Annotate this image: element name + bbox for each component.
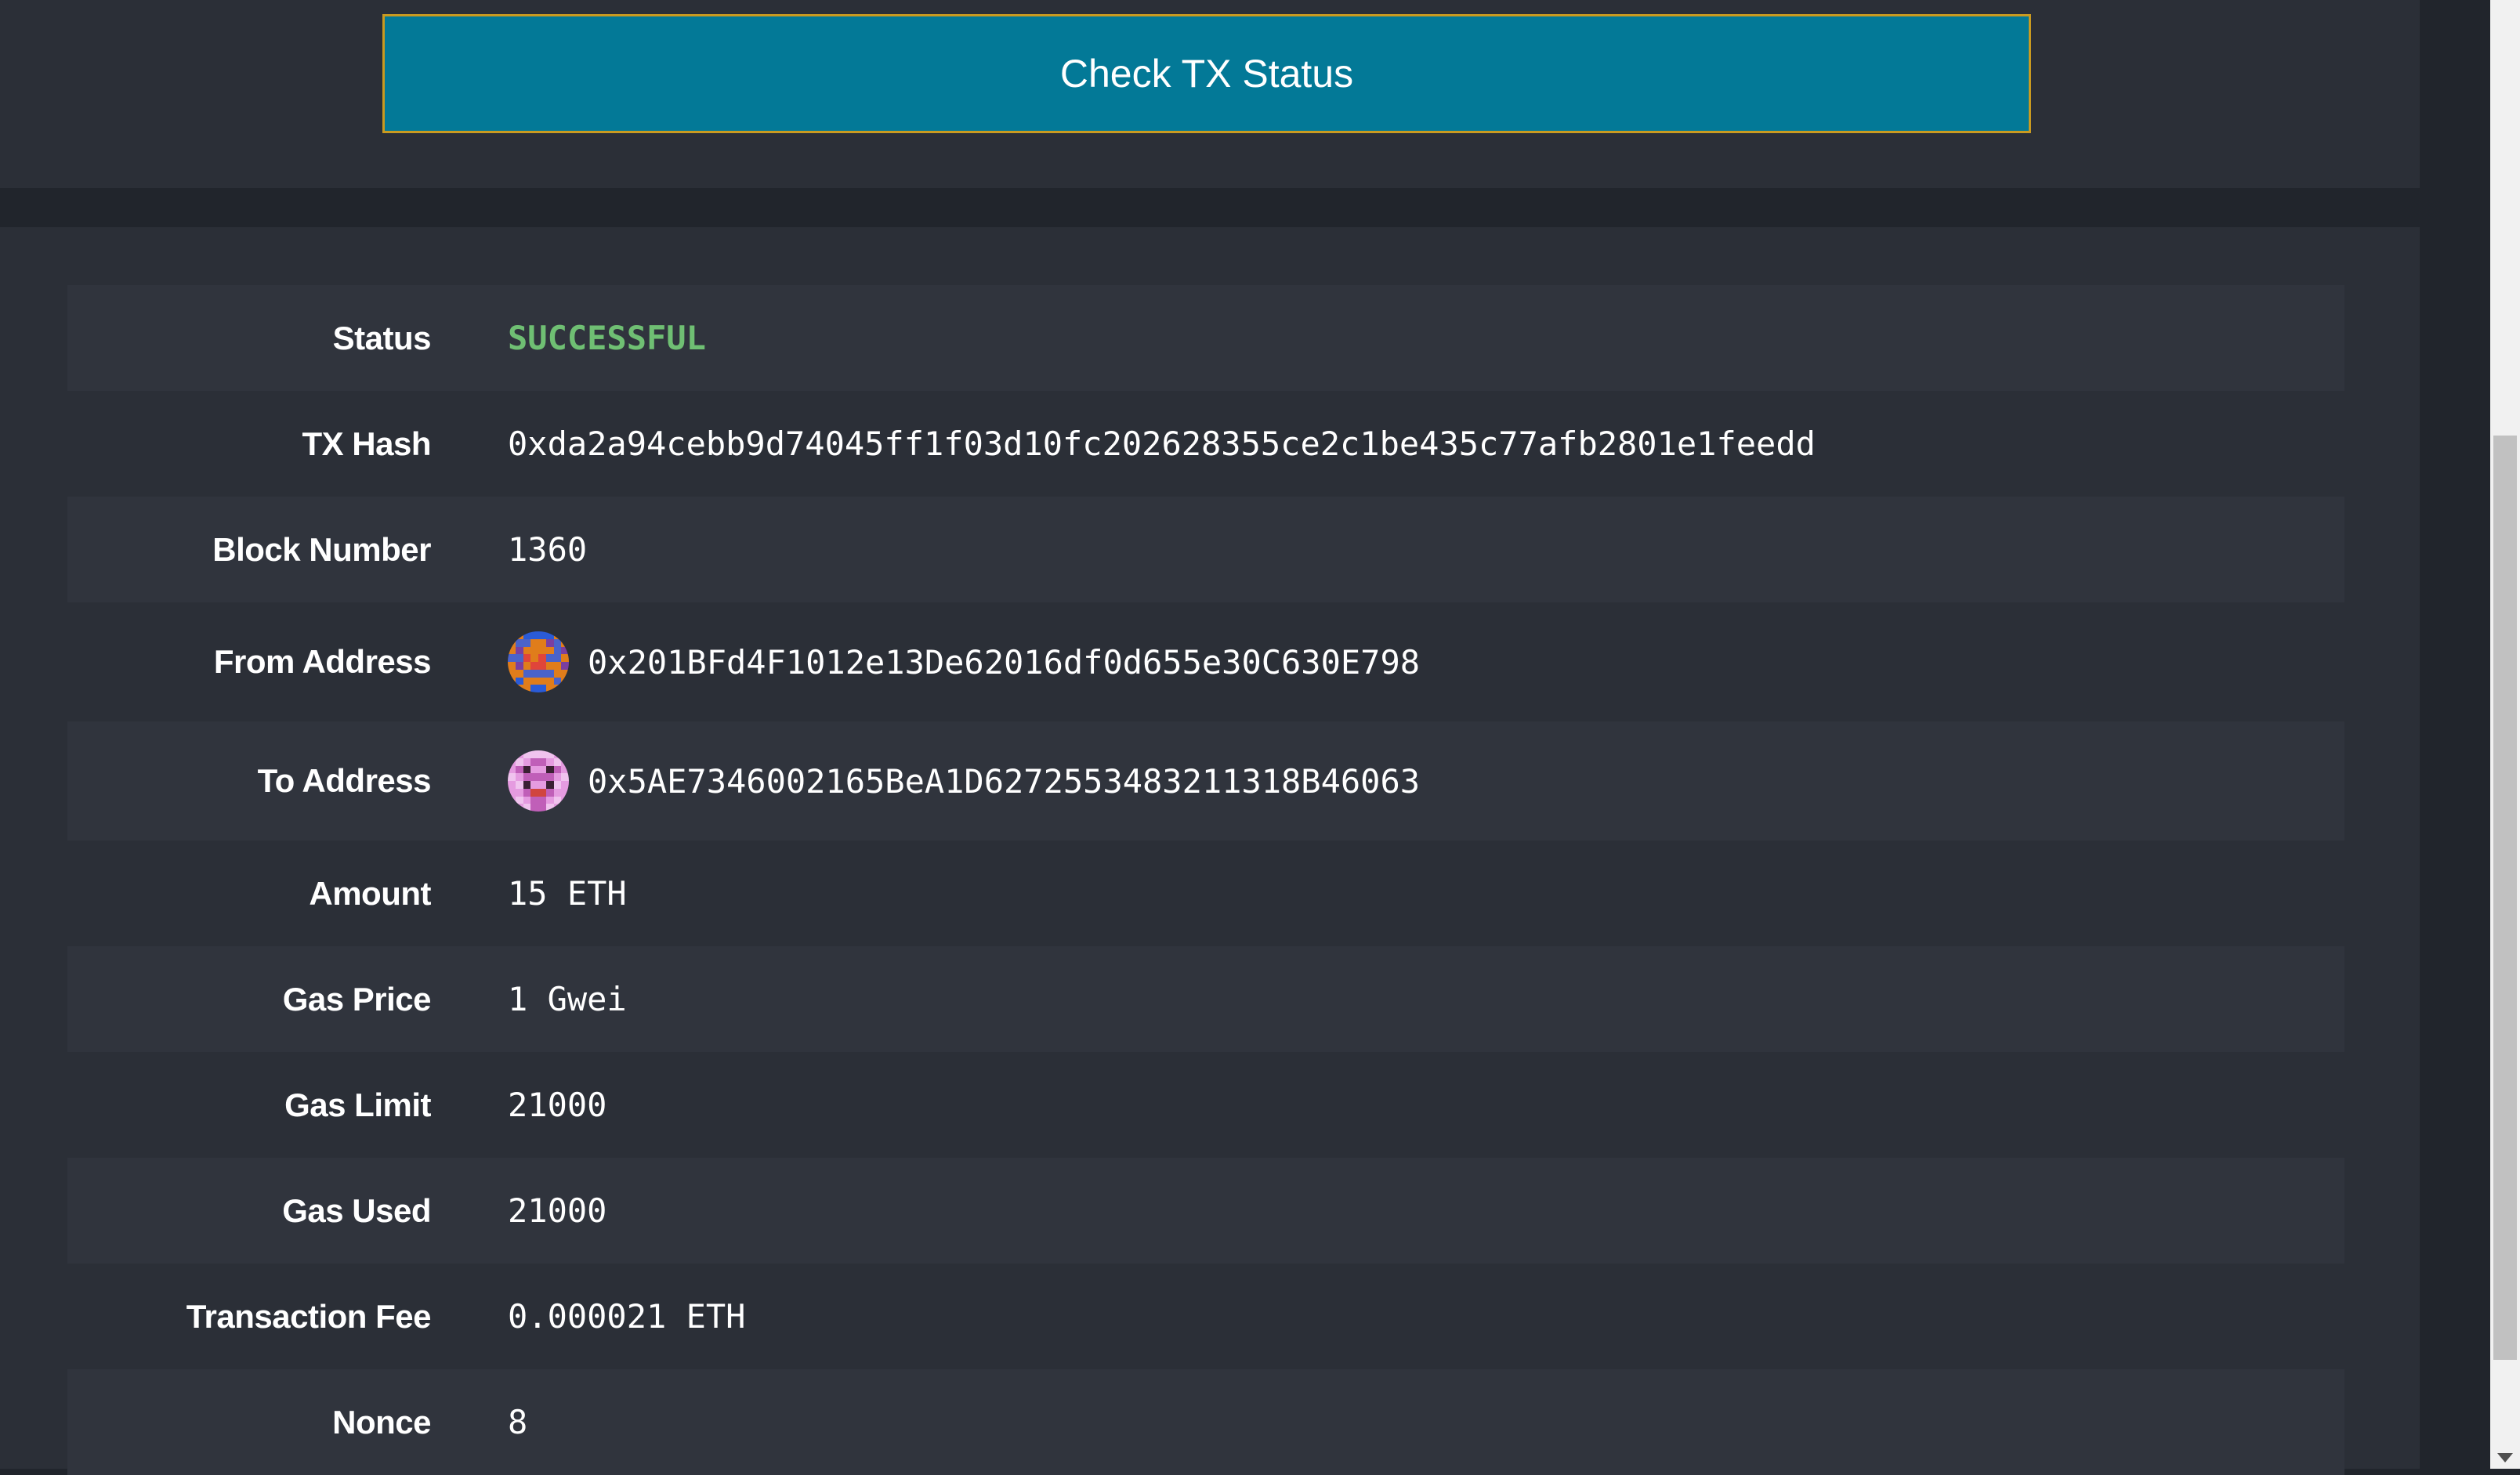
status-row: Status SUCCESSFUL: [67, 285, 2344, 391]
to-address-row: To Address 0x5AE7346002165BeA1D627255348…: [67, 721, 2344, 841]
gas-price-value: 1 Gwei: [508, 980, 627, 1018]
transaction-fee-row: Transaction Fee 0.000021 ETH: [67, 1264, 2344, 1369]
from-address-container: 0x201BFd4F1012e13De62016df0d655e30C630E7…: [508, 631, 1420, 692]
tx-hash-value: 0xda2a94cebb9d74045ff1f03d10fc202628355c…: [508, 425, 1816, 463]
gas-limit-value: 21000: [508, 1086, 607, 1124]
to-address-value: 0x5AE7346002165BeA1D6272553483211318B460…: [588, 761, 1421, 801]
nonce-row: Nonce 8: [67, 1369, 2344, 1475]
amount-value: 15 ETH: [508, 874, 627, 913]
block-number-label: Block Number: [212, 530, 431, 568]
block-number-row: Block Number 1360: [67, 497, 2344, 602]
tx-hash-row: TX Hash 0xda2a94cebb9d74045ff1f03d10fc20…: [67, 391, 2344, 497]
nonce-value: 8: [508, 1403, 528, 1441]
to-address-container: 0x5AE7346002165BeA1D6272553483211318B460…: [508, 750, 1420, 812]
gas-limit-label: Gas Limit: [284, 1086, 431, 1123]
amount-label: Amount: [309, 874, 431, 912]
gas-limit-row: Gas Limit 21000: [67, 1052, 2344, 1158]
amount-row: Amount 15 ETH: [67, 841, 2344, 946]
check-tx-status-button[interactable]: Check TX Status: [382, 14, 2031, 133]
transaction-fee-label: Transaction Fee: [186, 1297, 432, 1335]
tx-hash-label: TX Hash: [302, 425, 431, 462]
from-address-row: From Address 0x201BFd4F1012e13De62016df0…: [67, 602, 2344, 721]
gas-price-label: Gas Price: [282, 980, 432, 1018]
gas-used-value: 21000: [508, 1191, 607, 1230]
vertical-scrollbar[interactable]: [2490, 0, 2520, 1469]
to-address-label: To Address: [257, 762, 432, 799]
nonce-label: Nonce: [332, 1403, 431, 1441]
scrollbar-thumb[interactable]: [2493, 436, 2517, 1360]
from-address-identicon-icon: [508, 631, 569, 692]
transaction-details-panel: Status SUCCESSFUL TX Hash 0xda2a94cebb9d…: [0, 227, 2420, 1475]
from-address-value: 0x201BFd4F1012e13De62016df0d655e30C630E7…: [588, 642, 1421, 681]
transaction-fee-value: 0.000021 ETH: [508, 1297, 746, 1336]
gas-used-label: Gas Used: [282, 1191, 431, 1229]
transaction-details-table: Status SUCCESSFUL TX Hash 0xda2a94cebb9d…: [67, 285, 2344, 1475]
top-panel: Check TX Status: [0, 0, 2420, 188]
gas-price-row: Gas Price 1 Gwei: [67, 946, 2344, 1052]
block-number-value: 1360: [508, 530, 588, 569]
gas-used-row: Gas Used 21000: [67, 1158, 2344, 1264]
scroll-down-arrow-icon[interactable]: [2497, 1453, 2513, 1462]
from-address-label: From Address: [213, 643, 432, 680]
to-address-identicon-icon: [508, 750, 569, 812]
status-label: Status: [332, 319, 432, 356]
status-value: SUCCESSFUL: [508, 319, 706, 357]
